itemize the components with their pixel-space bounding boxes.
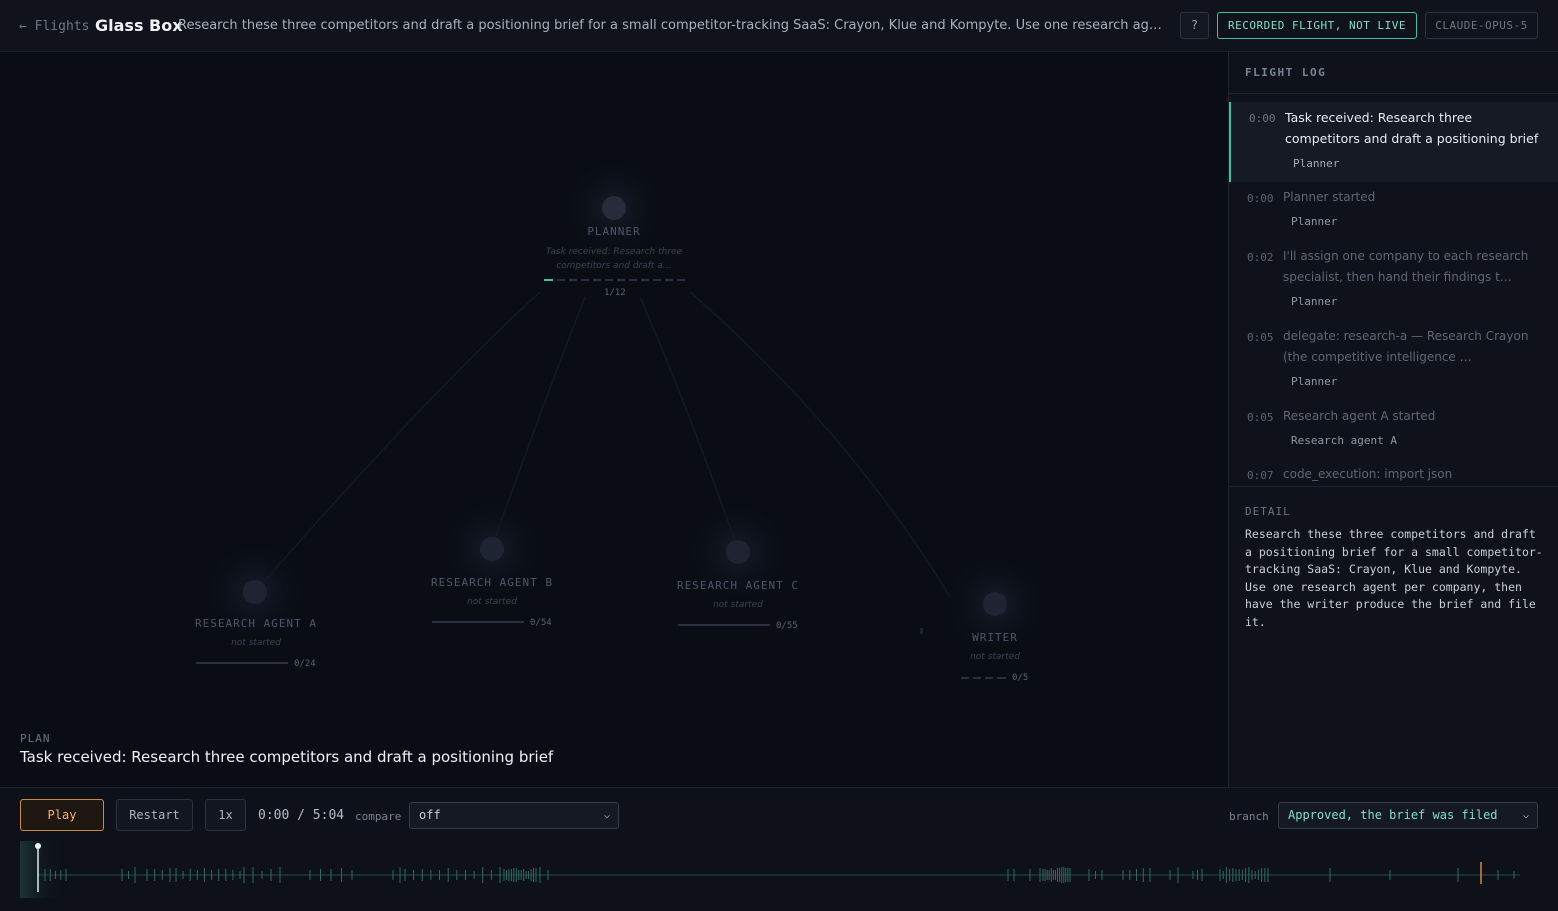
- research-b-node-count: 0/54: [530, 618, 552, 628]
- writer-edge-marker: [920, 628, 923, 634]
- research-b-node-dot: [480, 537, 504, 561]
- research-c-node-label: RESEARCH AGENT C: [677, 579, 799, 592]
- agent-graph-edges: [196, 156, 1047, 679]
- log-entry-agent: Planner: [1293, 157, 1340, 170]
- log-entry-text: code_execution: import json: [1283, 467, 1453, 481]
- flight-log-panel: FLIGHT LOG 0:00 Task received: Research …: [1228, 52, 1558, 787]
- writer-progress-bar: [961, 677, 1006, 679]
- time-readout: 0:00 / 5:04: [258, 808, 345, 823]
- log-entry-text: I'll assign one company to each research…: [1283, 249, 1529, 284]
- chevron-down-icon: ⌵: [1522, 810, 1529, 821]
- log-entry[interactable]: 0:00 Planner started Planner: [1229, 187, 1558, 243]
- plan-label: PLAN: [20, 732, 51, 745]
- detail-title: DETAIL: [1245, 505, 1291, 518]
- research-b-node-label: RESEARCH AGENT B: [431, 576, 553, 589]
- planner-progress-bar: [544, 279, 685, 281]
- agent-graph-canvas: PLANNER Task received: Research three co…: [0, 52, 1228, 787]
- research-c-node-dot: [726, 540, 750, 564]
- log-entry-text: Planner started: [1283, 190, 1376, 204]
- research-a-node-status: not started: [231, 638, 281, 648]
- log-entry[interactable]: 0:00 Task received: Research three compe…: [1229, 102, 1558, 182]
- writer-node-count: 0/5: [1012, 673, 1029, 683]
- log-entry-time: 0:05: [1247, 411, 1274, 424]
- branch-label: branch: [1229, 810, 1269, 823]
- research-c-node-status: not started: [713, 600, 763, 610]
- compare-select[interactable]: off ⌵: [409, 802, 619, 829]
- playback-controls: Play Restart 1x 0:00 / 5:04 compare off …: [0, 787, 1558, 911]
- research-b-node-status: not started: [467, 597, 517, 607]
- compare-select-value: off: [419, 808, 441, 822]
- research-a-node-count: 0/24: [294, 659, 316, 669]
- planner-node-label: PLANNER: [587, 225, 641, 238]
- chevron-down-icon: ⌵: [603, 810, 610, 821]
- writer-node-label: WRITER: [972, 631, 1018, 644]
- help-button[interactable]: ?: [1180, 12, 1209, 39]
- compare-label: compare: [355, 810, 402, 823]
- branch-select[interactable]: Approved, the brief was filed ⌵: [1278, 802, 1538, 829]
- speed-button[interactable]: 1x: [205, 799, 246, 831]
- timeline-playhead-handle: [35, 843, 41, 849]
- research-c-progress-bar: [678, 624, 770, 626]
- log-entry-time: 0:00: [1249, 112, 1276, 125]
- flight-log-title: FLIGHT LOG: [1245, 66, 1327, 79]
- log-entry-time: 0:02: [1247, 251, 1274, 264]
- recorded-flight-badge: RECORDED FLIGHT, NOT LIVE: [1217, 12, 1417, 39]
- research-b-progress-bar: [432, 621, 524, 623]
- detail-body: Research these three competitors and dra…: [1245, 527, 1543, 629]
- divider: [1229, 486, 1558, 487]
- log-entry-text: delegate: research-a — Research Crayon (…: [1283, 329, 1529, 364]
- planner-node-status: Task received: Research three competitor…: [545, 247, 683, 271]
- log-entry-agent: Planner: [1291, 295, 1338, 308]
- log-entry[interactable]: 0:07 code_execution: import json: [1229, 464, 1558, 486]
- log-entry[interactable]: 0:05 delegate: research-a — Research Cra…: [1229, 326, 1558, 404]
- research-a-node-dot: [243, 580, 267, 604]
- task-description: Research these three competitors and dra…: [178, 18, 1166, 33]
- writer-node[interactable]: WRITER not started: [945, 631, 1045, 664]
- log-entry-time: 0:05: [1247, 331, 1274, 344]
- research-a-node[interactable]: RESEARCH AGENT A not started: [180, 617, 332, 650]
- log-entry-agent: Planner: [1291, 375, 1338, 388]
- log-entry[interactable]: 0:02 I'll assign one company to each res…: [1229, 246, 1558, 324]
- timeline-scrubber[interactable]: [0, 838, 1558, 898]
- branch-select-value: Approved, the brief was filed: [1288, 808, 1498, 822]
- planner-node-dot: [602, 196, 626, 220]
- app-title: Glass Box: [95, 16, 183, 35]
- top-bar: ← Flights Glass Box Research these three…: [0, 0, 1558, 52]
- plan-text: Task received: Research three competitor…: [20, 748, 554, 766]
- log-entry-time: 0:00: [1247, 192, 1274, 205]
- model-badge: CLAUDE-OPUS-5: [1425, 12, 1538, 39]
- log-entry[interactable]: 0:05 Research agent A started Research a…: [1229, 406, 1558, 462]
- research-c-node-count: 0/55: [776, 621, 798, 631]
- research-a-node-label: RESEARCH AGENT A: [195, 617, 317, 630]
- back-to-flights-link[interactable]: ← Flights: [19, 19, 89, 34]
- writer-node-status: not started: [970, 652, 1020, 662]
- divider: [1229, 93, 1558, 94]
- play-button[interactable]: Play: [20, 799, 104, 831]
- research-a-progress-bar: [196, 662, 288, 664]
- planner-node-count: 1/12: [604, 288, 626, 298]
- timeline-played-region: [20, 841, 62, 898]
- research-c-node[interactable]: RESEARCH AGENT C not started: [662, 579, 814, 612]
- restart-button[interactable]: Restart: [116, 799, 193, 831]
- writer-node-dot: [983, 592, 1007, 616]
- planner-node[interactable]: PLANNER Task received: Research three co…: [544, 225, 684, 273]
- log-entry-agent: Planner: [1291, 215, 1338, 228]
- flight-log-list[interactable]: 0:00 Task received: Research three compe…: [1229, 102, 1558, 486]
- log-entry-text: Research agent A started: [1283, 409, 1436, 423]
- log-entry-text: Task received: Research three competitor…: [1285, 110, 1539, 146]
- log-entry-time: 0:07: [1247, 469, 1274, 482]
- research-b-node[interactable]: RESEARCH AGENT B not started: [416, 576, 568, 609]
- log-entry-agent: Research agent A: [1291, 434, 1397, 447]
